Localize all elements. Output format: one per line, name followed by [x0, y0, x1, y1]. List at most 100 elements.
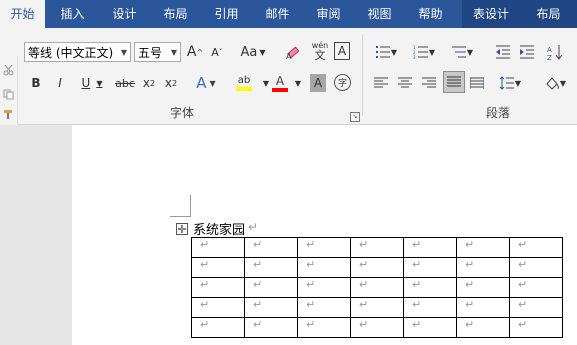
format-painter-icon[interactable] — [2, 108, 14, 120]
strikethrough-button[interactable]: abc — [114, 74, 136, 92]
table-cell[interactable]: ↵ — [244, 317, 298, 338]
line-spacing-button[interactable]: ▼ — [496, 74, 524, 92]
table-cell[interactable]: ↵ — [297, 237, 351, 258]
table-cell[interactable]: ↵ — [244, 257, 298, 278]
phonetic-guide-button[interactable]: wén 文 — [308, 38, 332, 64]
table-cell[interactable]: ↵ — [297, 317, 351, 338]
superscript-button[interactable]: x2 — [162, 74, 180, 92]
increase-indent-button[interactable] — [518, 42, 536, 62]
table-cell[interactable]: ↵ — [350, 257, 404, 278]
copy-icon[interactable] — [2, 88, 14, 100]
chevron-down-icon[interactable]: ▼ — [294, 78, 302, 88]
table-cell[interactable]: ↵ — [509, 317, 563, 338]
table-cell[interactable]: ↵ — [191, 317, 245, 338]
bullets-button[interactable]: ▼ — [372, 42, 400, 62]
character-shading-label: A — [313, 76, 323, 90]
underline-button[interactable]: U ▼ — [76, 74, 108, 92]
table-cell[interactable]: ↵ — [403, 257, 457, 278]
table-title-text[interactable]: 系统家园 — [193, 219, 245, 238]
table-cell[interactable]: ↵ — [456, 257, 510, 278]
change-case-button[interactable]: Aa ▼ — [238, 42, 268, 62]
justify-button[interactable] — [443, 71, 465, 93]
svg-text:A: A — [286, 52, 292, 60]
decrease-indent-button[interactable] — [494, 42, 512, 62]
subscript-button[interactable]: x2 — [140, 74, 158, 92]
tab-home[interactable]: 开始 — [0, 0, 45, 28]
font-dialog-launcher-icon[interactable]: ↘ — [350, 112, 360, 122]
table-cell[interactable]: ↵ — [509, 257, 563, 278]
table-cell[interactable]: ↵ — [403, 317, 457, 338]
table-cell[interactable]: ↵ — [297, 297, 351, 318]
sort-button[interactable]: AZ — [544, 42, 566, 62]
font-color-button[interactable]: A — [268, 72, 292, 94]
table-row: ↵ ↵ ↵ ↵ ↵ ↵ ↵ — [191, 237, 563, 258]
subscript-mark: 2 — [150, 78, 156, 88]
font-size-dropdown[interactable]: 五号 ▼ — [134, 42, 181, 62]
shrink-font-button[interactable]: Aˇ — [208, 42, 226, 62]
table-cell[interactable]: ↵ — [297, 257, 351, 278]
tab-layout[interactable]: 布局 — [153, 0, 198, 28]
table-cell[interactable]: ↵ — [403, 237, 457, 258]
grow-font-button[interactable]: A ^ — [186, 42, 204, 62]
table-cell[interactable]: ↵ — [350, 297, 404, 318]
shrink-font-label: A — [211, 45, 219, 59]
table-cell[interactable]: ↵ — [244, 237, 298, 258]
tab-design[interactable]: 设计 — [102, 0, 147, 28]
table-cell[interactable]: ↵ — [403, 277, 457, 298]
grow-font-label: A — [186, 44, 197, 60]
align-right-button[interactable] — [420, 74, 438, 92]
tab-table-design[interactable]: 表设计 — [462, 0, 520, 28]
highlight-color-button[interactable]: ab — [228, 72, 260, 94]
table-cell[interactable]: ↵ — [244, 297, 298, 318]
table-cell[interactable]: ↵ — [191, 277, 245, 298]
table-cell[interactable]: ↵ — [456, 237, 510, 258]
table-move-handle-icon[interactable]: ✛ — [176, 223, 188, 235]
table-cell[interactable]: ↵ — [350, 237, 404, 258]
font-name-value: 等线 (中文正文) — [28, 46, 114, 60]
table-cell[interactable]: ↵ — [456, 297, 510, 318]
table-cell[interactable]: ↵ — [456, 317, 510, 338]
paragraph-mark: ↵ — [248, 220, 259, 234]
italic-button[interactable]: I — [52, 74, 68, 92]
table-cell[interactable]: ↵ — [244, 277, 298, 298]
table-cell[interactable]: ↵ — [350, 277, 404, 298]
align-left-button[interactable] — [372, 74, 390, 92]
tab-review[interactable]: 审阅 — [306, 0, 351, 28]
tab-references[interactable]: 引用 — [204, 0, 249, 28]
numbering-button[interactable]: 1 2 3 ▼ — [410, 42, 438, 62]
paragraph-shading-button[interactable]: ▼ — [540, 72, 570, 94]
clear-formatting-icon[interactable]: A — [282, 42, 304, 62]
tab-table-layout[interactable]: 布局 — [520, 0, 577, 28]
table-cell[interactable]: ↵ — [191, 237, 245, 258]
font-color-label: A — [275, 73, 285, 88]
character-border-button[interactable]: A — [334, 42, 350, 60]
table-cell[interactable]: ↵ — [297, 277, 351, 298]
table-cell[interactable]: ↵ — [456, 277, 510, 298]
tab-help[interactable]: 帮助 — [408, 0, 453, 28]
tab-insert[interactable]: 插入 — [50, 0, 95, 28]
table-cell[interactable]: ↵ — [350, 317, 404, 338]
distributed-button[interactable] — [468, 74, 486, 92]
cut-icon[interactable] — [2, 64, 14, 76]
align-center-button[interactable] — [396, 74, 414, 92]
table-cell[interactable]: ↵ — [509, 277, 563, 298]
ribbon-tab-bar: 开始 插入 设计 布局 引用 邮件 审阅 视图 帮助 表设计 布局 — [0, 0, 577, 28]
table-cell[interactable]: ↵ — [403, 297, 457, 318]
document-table[interactable]: ↵ ↵ ↵ ↵ ↵ ↵ ↵ ↵ ↵ ↵ ↵ ↵ ↵ ↵ ↵ ↵ ↵ ↵ ↵ ↵ ↵ ↵ ↵ ↵ ↵ ↵ ↵ ↵ ↵ ↵ ↵ ↵ ↵ ↵ ↵ — [191, 237, 563, 338]
enclose-characters-button[interactable]: 字 — [334, 74, 351, 91]
bold-button[interactable]: B — [28, 74, 44, 92]
table-cell[interactable]: ↵ — [191, 297, 245, 318]
group-separator — [362, 34, 363, 116]
font-name-dropdown[interactable]: 等线 (中文正文) ▼ — [24, 42, 131, 62]
table-cell[interactable]: ↵ — [509, 237, 563, 258]
text-effects-label: A — [196, 74, 207, 92]
tab-mailings[interactable]: 邮件 — [255, 0, 300, 28]
multilevel-list-button[interactable]: ▼ — [448, 42, 476, 62]
text-effects-button[interactable]: A ▼ — [192, 72, 220, 94]
table-cell[interactable]: ↵ — [509, 297, 563, 318]
svg-text:A: A — [547, 46, 552, 54]
table-row: ↵ ↵ ↵ ↵ ↵ ↵ ↵ — [191, 277, 563, 298]
tab-view[interactable]: 视图 — [357, 0, 402, 28]
character-shading-button[interactable]: A — [310, 74, 326, 92]
table-cell[interactable]: ↵ — [191, 257, 245, 278]
